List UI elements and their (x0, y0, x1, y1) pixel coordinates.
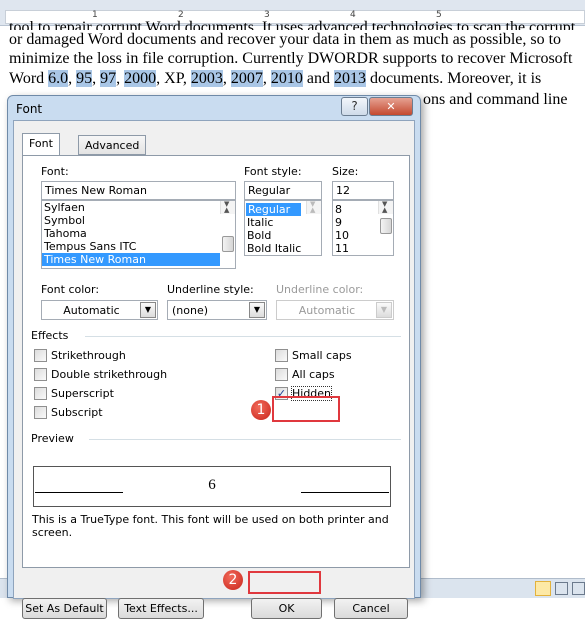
list-item[interactable]: Bold (245, 229, 321, 242)
ok-button[interactable]: OK (251, 598, 322, 619)
list-item[interactable]: Tahoma (42, 227, 235, 240)
list-item[interactable]: Italic (245, 216, 321, 229)
list-item[interactable]: 11 (333, 242, 393, 255)
ruler-number: 3 (264, 10, 270, 20)
chevron-down-icon: ▼ (376, 302, 392, 318)
list-item[interactable]: Sylfaen (42, 201, 235, 214)
print-layout-icon[interactable] (535, 581, 551, 596)
tab-advanced[interactable]: Advanced (78, 135, 147, 155)
web-layout-icon[interactable] (572, 582, 585, 595)
size-input[interactable]: 12 (332, 181, 394, 200)
close-button[interactable]: ✕ (369, 97, 413, 116)
dialog-body: Font Advanced Font: Times New Roman Sylf… (13, 120, 415, 619)
superscript-checkbox[interactable]: Superscript (34, 387, 114, 400)
font-style-input[interactable]: Regular (244, 181, 322, 200)
list-item[interactable]: Symbol (42, 214, 235, 227)
list-item-selected[interactable]: Times New Roman (42, 253, 220, 266)
font-label: Font: (41, 165, 69, 178)
scrollbar[interactable]: ▲ ▼ (378, 201, 393, 234)
preview-label: Preview (31, 432, 74, 445)
effects-label: Effects (31, 329, 69, 342)
size-label: Size: (332, 165, 359, 178)
font-style-label: Font style: (244, 165, 302, 178)
scrollbar[interactable]: ▲ ▼ (220, 201, 235, 252)
step-2-badge: 2 (223, 570, 243, 590)
chevron-down-icon: ▼ (249, 302, 265, 318)
dialog-title: Font (16, 102, 43, 116)
font-input[interactable]: Times New Roman (41, 181, 236, 200)
small-caps-checkbox[interactable]: Small caps (275, 349, 352, 362)
strikethrough-checkbox[interactable]: Strikethrough (34, 349, 126, 362)
cancel-button[interactable]: Cancel (334, 598, 408, 619)
text-effects-button[interactable]: Text Effects... (118, 598, 204, 619)
font-color-label: Font color: (41, 283, 100, 296)
underline-color-select: Automatic ▼ (276, 300, 394, 320)
scrollbar[interactable]: ▲ ▼ (306, 201, 321, 214)
subscript-checkbox[interactable]: Subscript (34, 406, 103, 419)
underline-style-label: Underline style: (167, 283, 254, 296)
font-color-select[interactable]: Automatic ▼ (41, 300, 158, 320)
step-1-badge: 1 (251, 400, 271, 420)
all-caps-checkbox[interactable]: All caps (275, 368, 335, 381)
ruler-number: 1 (92, 10, 98, 20)
font-dialog: Font ? ✕ Font Advanced Font: Times New R… (7, 95, 421, 619)
list-item[interactable]: Bold Italic (245, 242, 321, 255)
underline-color-label: Underline color: (276, 283, 364, 296)
doc-line: tool to repair corrupt Word documents. I… (9, 20, 576, 30)
annotation-box-hidden (272, 396, 340, 422)
ruler-number: 5 (436, 10, 442, 20)
font-style-list[interactable]: Regular Italic Bold Bold Italic ▲ ▼ (244, 200, 322, 256)
ruler-number: 2 (178, 10, 184, 20)
doc-line: ons and command line (423, 91, 568, 108)
ruler-number: 4 (350, 10, 356, 20)
font-tab-panel: Font: Times New Roman Sylfaen Symbol Tah… (22, 155, 410, 568)
list-item-selected[interactable]: Regular (246, 203, 301, 216)
doc-line: Word 6.0, 95, 97, 2000, XP, 2003, 2007, … (9, 70, 542, 87)
list-item-selected[interactable]: 12 (333, 255, 375, 256)
reading-layout-icon[interactable] (555, 582, 568, 595)
doc-line: minimize the loss in file corruption. Cu… (9, 50, 573, 67)
list-item[interactable]: Tempus Sans ITC (42, 240, 235, 253)
chevron-down-icon: ▼ (140, 302, 156, 318)
preview-text: 6 (208, 477, 216, 493)
doc-line: or damaged Word documents and recover yo… (9, 31, 562, 48)
help-button[interactable]: ? (341, 97, 368, 116)
underline-style-select[interactable]: (none) ▼ (167, 300, 267, 320)
double-strikethrough-checkbox[interactable]: Double strikethrough (34, 368, 167, 381)
preview-box: 6 (33, 466, 391, 507)
truetype-note: This is a TrueType font. This font will … (32, 513, 389, 539)
size-list[interactable]: 8 9 10 11 12 ▲▼ (332, 200, 394, 256)
annotation-box-ok (248, 571, 321, 594)
tab-font[interactable]: Font (22, 133, 60, 155)
set-as-default-button[interactable]: Set As Default (22, 598, 107, 619)
font-list[interactable]: Sylfaen Symbol Tahoma Tempus Sans ITC Ti… (41, 200, 236, 269)
